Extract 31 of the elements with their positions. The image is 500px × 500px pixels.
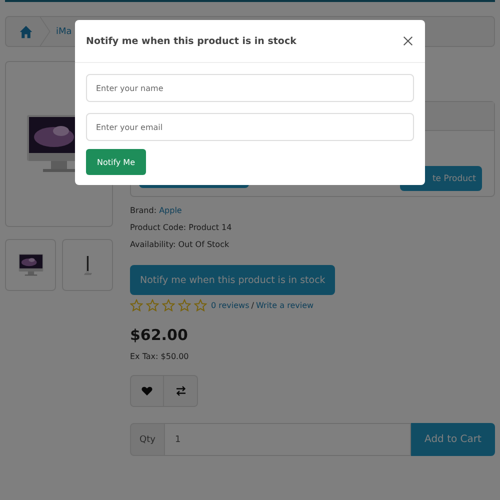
star-icon (146, 298, 159, 312)
write-review-link[interactable]: Write a review (256, 300, 314, 310)
star-icon (130, 298, 143, 312)
swap-arrows-icon (174, 385, 186, 397)
reviews-link[interactable]: 0 reviews (211, 300, 250, 310)
wishlist-button[interactable] (130, 375, 164, 407)
input-field[interactable]: Enter your name (86, 74, 414, 102)
modal-title: Notify me when this product is in stock (86, 36, 296, 46)
star-icon (194, 298, 207, 312)
brand-label: Brand: (130, 206, 157, 215)
compare-button[interactable] (164, 375, 198, 407)
add-to-cart-button[interactable]: Add to Cart (411, 423, 495, 456)
home-icon[interactable] (19, 24, 33, 38)
qty-label: Qty (130, 423, 165, 456)
ex-tax-price: Ex Tax: $50.00 (130, 352, 190, 361)
breadcrumb-link[interactable]: iMa (56, 26, 72, 36)
star-icon (178, 298, 191, 312)
product-code: Product Code: Product 14 (130, 222, 233, 234)
availability: Availability: Out Of Stock (130, 239, 230, 251)
quantity-field[interactable]: 1 (165, 423, 411, 456)
thumbnail[interactable] (62, 239, 113, 291)
thumbnail[interactable] (5, 239, 56, 291)
heart-icon (141, 385, 153, 397)
brand-link[interactable]: Apple (159, 206, 182, 215)
notify-me-button[interactable]: Notify Me (86, 149, 146, 175)
star-icon (162, 298, 175, 312)
separator: / (251, 300, 254, 310)
input-field[interactable]: Enter your email (86, 113, 414, 141)
notify-button[interactable]: Notify me when this product is in stock (130, 265, 336, 295)
price: $62.00 (130, 326, 189, 344)
close-icon[interactable] (403, 36, 413, 46)
